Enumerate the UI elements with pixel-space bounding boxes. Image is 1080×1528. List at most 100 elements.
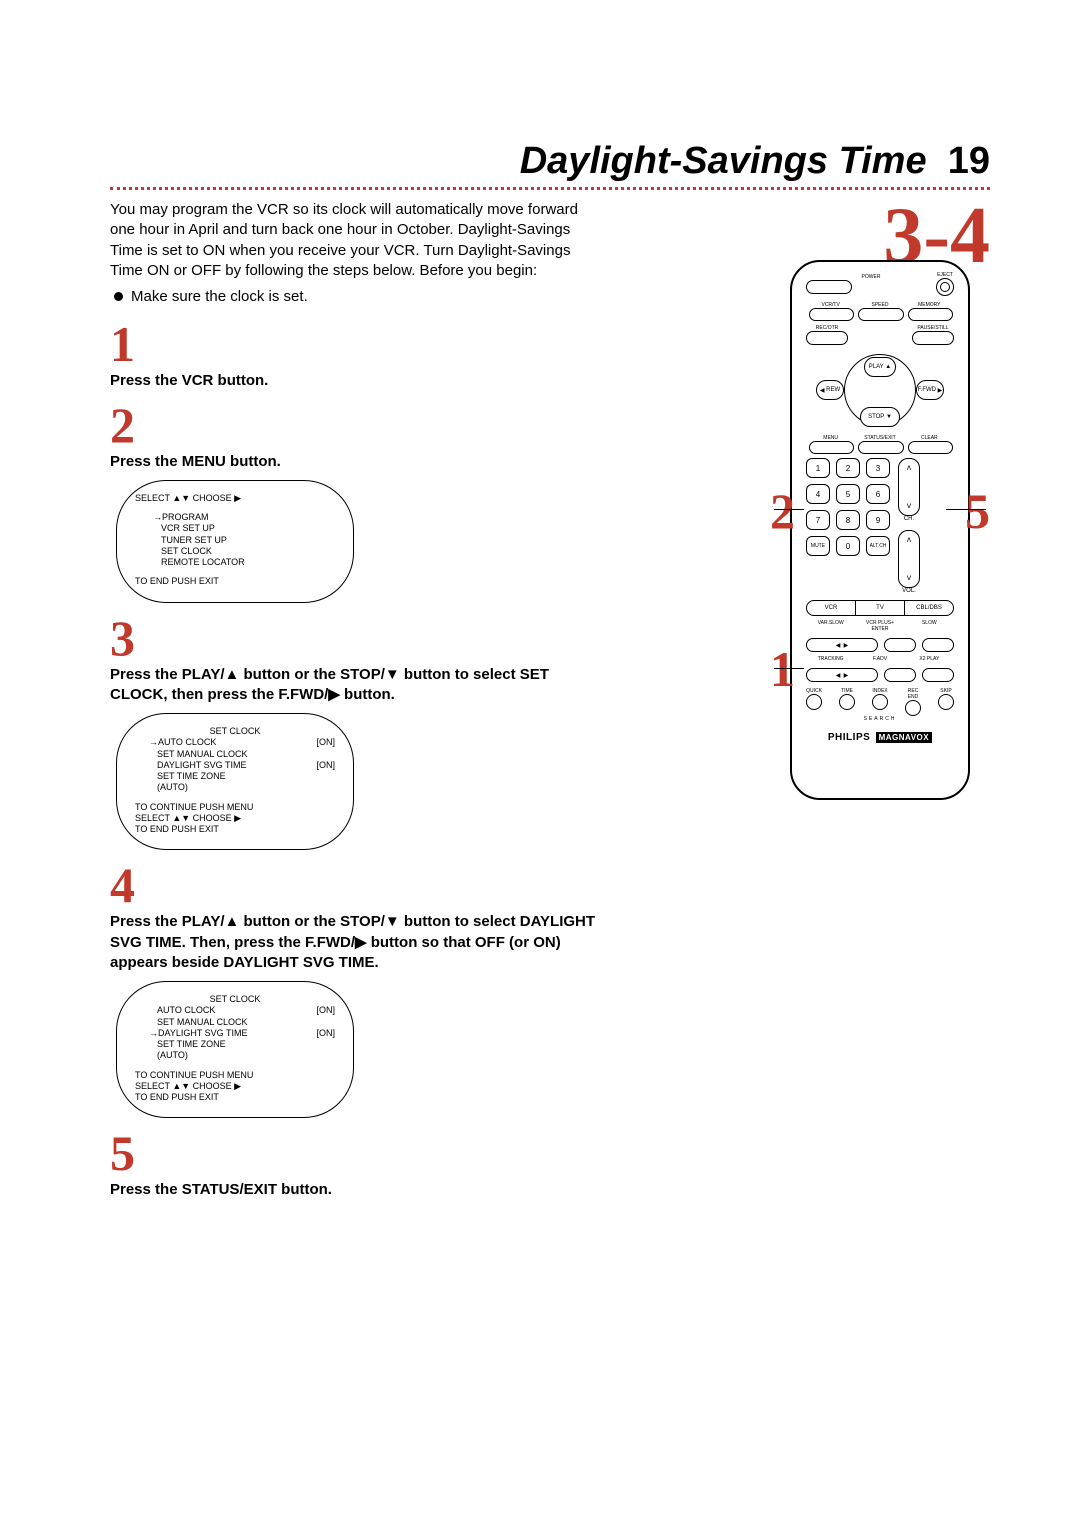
remote-column: 3-4 2 5 1 POWER EJECT (620, 200, 990, 1209)
vcrtv-button[interactable] (809, 308, 854, 321)
mode-selector[interactable]: VCR TV CBL/DBS (806, 600, 954, 616)
varslow-button[interactable]: ◀ ▶ (806, 638, 878, 652)
osd1-line: →PROGRAM (153, 512, 335, 523)
key-3[interactable]: 3 (866, 458, 890, 478)
osd2-foot2: SELECT ▲▼ CHOOSE ▶ (135, 813, 335, 824)
statusexit-button[interactable] (858, 441, 903, 454)
osd-menu-2: SET CLOCK →AUTO CLOCK[ON] SET MANUAL CLO… (116, 713, 354, 850)
osd-menu-1: SELECT ▲▼ CHOOSE ▶ →PROGRAM VCR SET UP T… (116, 480, 354, 603)
speed-button[interactable] (858, 308, 903, 321)
key-1[interactable]: 1 (806, 458, 830, 478)
slow-button[interactable] (922, 638, 954, 652)
step-4-text: Press the PLAY/▲ button or the STOP/▼ bu… (110, 912, 600, 973)
nav-pad: PLAY ▲ ◀ REW F.FWD ▶ STOP ▼ (806, 351, 954, 429)
osd2-foot1: TO CONTINUE PUSH MENU (135, 802, 335, 813)
skip-button[interactable] (938, 694, 954, 710)
osd1-header: SELECT ▲▼ CHOOSE ▶ (135, 493, 335, 504)
instructions-column: You may program the VCR so its clock wil… (110, 200, 600, 1209)
memory-button[interactable] (908, 308, 953, 321)
clear-button[interactable] (908, 441, 953, 454)
volume-rocker[interactable]: ˄˅ (898, 530, 920, 588)
recotr-button[interactable] (806, 331, 848, 345)
time-label: TIME (839, 688, 855, 694)
osd3-row: (AUTO) (149, 1050, 188, 1061)
vcrplus-label: VCR PLUS+ ENTER (858, 620, 901, 632)
intro-text: You may program the VCR so its clock wil… (110, 200, 600, 281)
dotted-rule (110, 187, 990, 190)
osd1-line: SET CLOCK (153, 546, 335, 557)
step-3-text: Press the PLAY/▲ button or the STOP/▼ bu… (110, 665, 600, 706)
key-6[interactable]: 6 (866, 484, 890, 504)
title-text: Daylight-Savings Time (520, 140, 927, 182)
stop-label: STOP (868, 414, 884, 420)
osd3-row: AUTO CLOCK (149, 1005, 215, 1016)
chevron-up-icon: ˄ (906, 535, 911, 545)
osd2-row: →AUTO CLOCK (149, 737, 216, 748)
channel-rocker[interactable]: ˄˅ (898, 458, 920, 516)
step-2-text: Press the MENU button. (110, 452, 600, 472)
ch-label: CH. (898, 516, 920, 522)
x2play-button[interactable] (922, 668, 954, 682)
ffwd-button[interactable]: F.FWD ▶ (916, 380, 944, 400)
osd2-val: [ON] (316, 737, 335, 748)
osd2-row: (AUTO) (149, 782, 188, 793)
quick-label: QUICK (806, 688, 822, 694)
step-5-text: Press the STATUS/EXIT button. (110, 1180, 600, 1200)
key-9[interactable]: 9 (866, 510, 890, 530)
osd3-title: SET CLOCK (135, 994, 335, 1005)
vcrplus-button[interactable] (884, 638, 916, 652)
recend-button[interactable] (905, 700, 921, 716)
menu-button[interactable] (809, 441, 854, 454)
pausestill-button[interactable] (912, 331, 954, 345)
step-number-5: 5 (110, 1128, 600, 1178)
osd3-foot1: TO CONTINUE PUSH MENU (135, 1070, 335, 1081)
osd2-row: SET MANUAL CLOCK (149, 749, 248, 760)
key-mute[interactable]: MUTE (806, 536, 830, 556)
key-0[interactable]: 0 (836, 536, 860, 556)
stop-button[interactable]: STOP ▼ (860, 407, 900, 427)
power-button[interactable] (806, 280, 852, 294)
varslow-label: VAR.SLOW (809, 620, 852, 626)
slow-label: SLOW (908, 620, 951, 626)
rew-button[interactable]: ◀ REW (816, 380, 844, 400)
seg-cbl[interactable]: CBL/DBS (905, 601, 953, 615)
key-7[interactable]: 7 (806, 510, 830, 530)
chevron-down-icon: ˅ (906, 573, 911, 583)
fadv-label: F.ADV (858, 656, 901, 662)
osd2-row: SET TIME ZONE (149, 771, 226, 782)
osd3-val: [ON] (316, 1028, 335, 1039)
key-altch[interactable]: ALT.CH (866, 536, 890, 556)
key-4[interactable]: 4 (806, 484, 830, 504)
time-button[interactable] (839, 694, 855, 710)
fadv-button[interactable] (884, 668, 916, 682)
key-5[interactable]: 5 (836, 484, 860, 504)
eject-icon (940, 282, 950, 292)
seg-tv[interactable]: TV (856, 601, 905, 615)
tracking-button[interactable]: ◀ ▶ (806, 668, 878, 682)
key-2[interactable]: 2 (836, 458, 860, 478)
leader-line (969, 342, 970, 452)
bullet-text: Make sure the clock is set. (131, 287, 308, 307)
seg-vcr[interactable]: VCR (807, 601, 856, 615)
number-keypad: 1 2 3 4 5 6 7 8 9 MUTE 0 ALT.CH (806, 458, 890, 556)
osd1-line: REMOTE LOCATOR (153, 557, 335, 568)
ffwd-label: F.FWD (918, 387, 936, 393)
step-number-4: 4 (110, 860, 600, 910)
vol-label: VOL. (898, 588, 920, 594)
osd1-footer: TO END PUSH EXIT (135, 576, 335, 587)
bullet-icon (114, 292, 123, 301)
index-button[interactable] (872, 694, 888, 710)
key-8[interactable]: 8 (836, 510, 860, 530)
chevron-up-icon: ˄ (906, 463, 911, 473)
quick-button[interactable] (806, 694, 822, 710)
statusexit-label: STATUS/EXIT (858, 435, 901, 441)
leader-line (774, 668, 804, 669)
eject-button[interactable] (936, 278, 954, 296)
precondition-bullet: Make sure the clock is set. (114, 287, 600, 307)
search-label: SEARCH (806, 716, 954, 722)
callout-5: 5 (965, 486, 990, 536)
page-number: 19 (948, 140, 990, 182)
play-button[interactable]: PLAY ▲ (864, 357, 896, 377)
rew-label: REW (826, 387, 840, 393)
osd-menu-3: SET CLOCK AUTO CLOCK[ON] SET MANUAL CLOC… (116, 981, 354, 1118)
